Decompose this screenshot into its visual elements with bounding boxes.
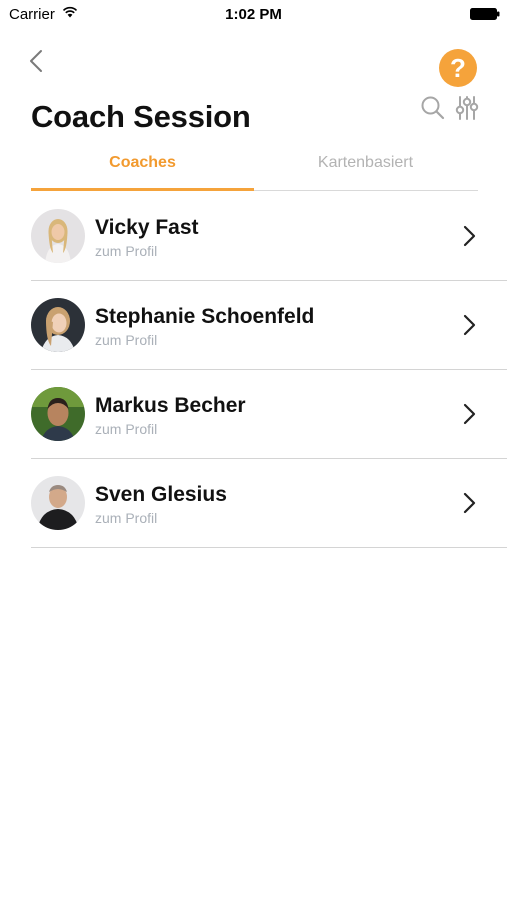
chevron-right-icon xyxy=(463,225,476,247)
battery-icon xyxy=(470,8,500,20)
avatar-photo-icon xyxy=(31,298,85,352)
coach-row[interactable]: Markus Becher zum Profil xyxy=(31,370,507,459)
page-title: Coach Session xyxy=(31,99,251,134)
chevron-right-icon xyxy=(463,403,476,425)
coach-name: Vicky Fast xyxy=(95,216,199,239)
back-chevron-icon[interactable] xyxy=(26,48,46,74)
coach-name: Markus Becher xyxy=(95,394,246,417)
filter-sliders-icon[interactable] xyxy=(453,94,481,122)
active-tab-indicator xyxy=(31,188,254,191)
profile-link[interactable]: zum Profil xyxy=(95,243,157,259)
profile-link[interactable]: zum Profil xyxy=(95,510,157,526)
segment-tabs: Coaches Kartenbasiert xyxy=(31,148,478,191)
avatar-photo-icon xyxy=(31,209,85,263)
avatar-photo-icon xyxy=(31,476,85,530)
chevron-right-icon xyxy=(463,314,476,336)
coach-row[interactable]: Sven Glesius zum Profil xyxy=(31,459,507,548)
coach-name: Stephanie Schoenfeld xyxy=(95,305,315,328)
status-bar: Carrier 1:02 PM xyxy=(0,0,507,28)
search-icon[interactable] xyxy=(420,95,446,121)
avatar xyxy=(31,209,85,263)
coach-row[interactable]: Stephanie Schoenfeld zum Profil xyxy=(31,281,507,370)
avatar xyxy=(31,387,85,441)
chevron-right-icon xyxy=(463,492,476,514)
tab-kartenbasiert[interactable]: Kartenbasiert xyxy=(254,148,477,190)
coach-row[interactable]: Vicky Fast zum Profil xyxy=(31,192,507,281)
avatar xyxy=(31,298,85,352)
help-button[interactable]: ? xyxy=(439,49,477,87)
profile-link[interactable]: zum Profil xyxy=(95,332,157,348)
tab-coaches[interactable]: Coaches xyxy=(31,148,254,190)
status-time: 1:02 PM xyxy=(225,6,282,23)
avatar xyxy=(31,476,85,530)
avatar-photo-icon xyxy=(31,387,85,441)
profile-link[interactable]: zum Profil xyxy=(95,421,157,437)
coach-list: Vicky Fast zum Profil Stephanie Schoenfe… xyxy=(31,192,507,548)
coach-name: Sven Glesius xyxy=(95,483,227,506)
